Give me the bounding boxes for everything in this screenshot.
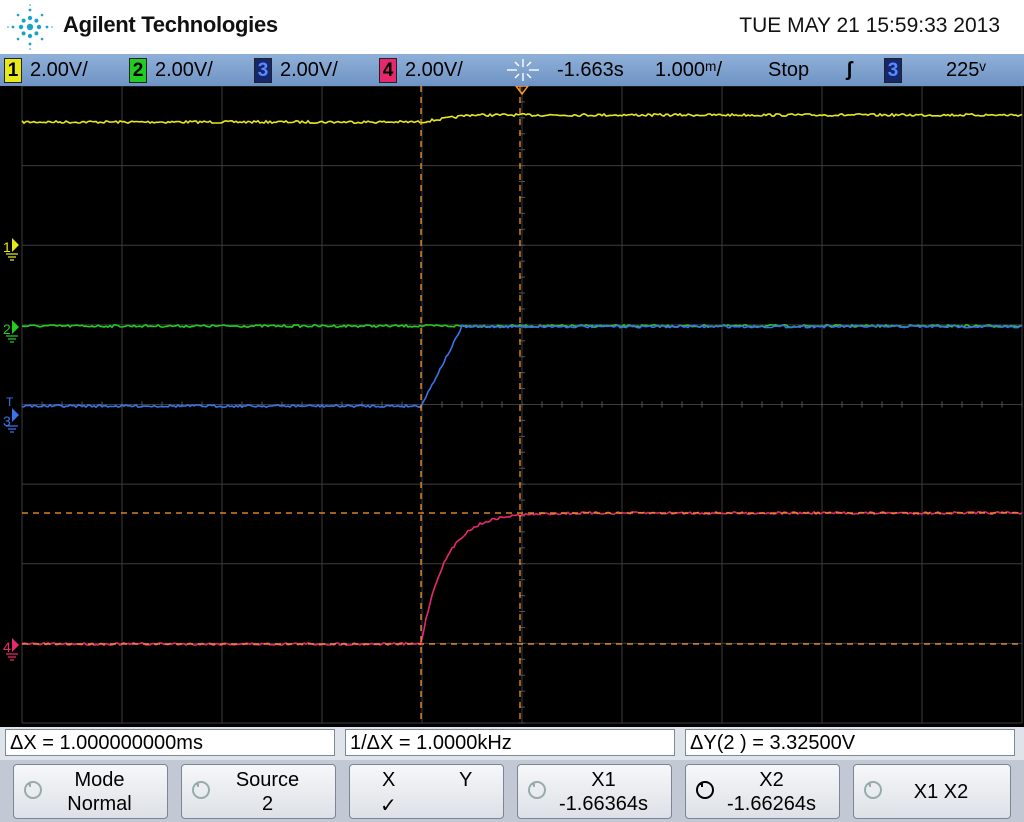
horizontal-delay-value[interactable]: -1.663s (557, 57, 624, 83)
trigger-source: 3 (884, 57, 902, 83)
channel-3-badge: 3 (254, 57, 272, 83)
xy-softkey[interactable]: X Y ✓ (349, 764, 504, 819)
date-time: TUE MAY 21 15:59:33 2013 (739, 14, 1000, 37)
x1-value: -1.66364s (559, 793, 648, 815)
channel-3-volts-per-div: 2.00V/ (280, 58, 338, 81)
trigger-source-badge: 3 (884, 57, 902, 83)
source-value: 2 (261, 793, 274, 815)
source-label: Source (235, 769, 300, 791)
channel-4-scale[interactable]: 4 2.00V/ (379, 57, 463, 83)
agilent-spark-logo-icon (7, 4, 53, 50)
waveform-display[interactable]: 1 2 T 3 4 (0, 86, 1024, 727)
x2-value: -1.66264s (727, 793, 816, 815)
channel-2-volts-per-div: 2.00V/ (155, 58, 213, 81)
run-state: Stop (768, 59, 810, 81)
waveform-graticule: 1 2 T 3 4 (3, 86, 1023, 724)
softkey-bar: Mode Normal Source 2 X Y ✓ X1 -1.66364s … (0, 760, 1024, 822)
delta-x-readout: ΔX = 1.000000000ms (5, 729, 335, 756)
x-selected-check-icon: ✓ (380, 795, 397, 817)
x1-x2-label: X1 X2 (913, 781, 969, 803)
trigger-level-value[interactable]: 225ᵛ (946, 57, 986, 83)
timebase-value[interactable]: 1.000ᵐ/ (655, 57, 722, 83)
channel-1-badge: 1 (4, 57, 22, 83)
channel-1-marker-label: 1 (3, 239, 11, 255)
mode-softkey[interactable]: Mode Normal (13, 764, 168, 819)
x2-label: X2 (759, 769, 784, 791)
channel-2-badge: 2 (129, 57, 147, 83)
delta-y-readout: ΔY(2 ) = 3.32500V (685, 729, 1015, 756)
x1-x2-softkey[interactable]: X1 X2 (853, 764, 1011, 819)
channel-4-badge: 4 (379, 57, 397, 83)
channel-2-ground-marker[interactable]: 2 (3, 320, 19, 343)
channel-4-marker-label: 4 (3, 639, 11, 655)
inverse-delta-x-readout: 1/ΔX = 1.0000kHz (345, 729, 675, 756)
x-label: X (382, 769, 396, 791)
title-bar: Agilent Technologies TUE MAY 21 15:59:33… (0, 0, 1024, 54)
mode-value: Normal (67, 793, 132, 815)
graticule-grid (21, 86, 1023, 724)
y-label: Y (459, 769, 473, 791)
x1-label: X1 (591, 769, 616, 791)
x2-cursor-softkey[interactable]: X2 -1.66264s (685, 764, 840, 819)
channel-1-scale[interactable]: 1 2.00V/ (4, 57, 88, 83)
channel-4-volts-per-div: 2.00V/ (405, 58, 463, 81)
channel-3-scale[interactable]: 3 2.00V/ (254, 57, 338, 83)
trigger-slope-icon: ʃ (846, 59, 853, 81)
horizontal-delay-icon (507, 59, 539, 81)
status-bar: 1 2.00V/ 2 2.00V/ 3 2.00V/ 4 2.00V/ -1.6… (0, 54, 1024, 86)
channel-2-marker-label: 2 (3, 321, 11, 337)
source-softkey[interactable]: Source 2 (181, 764, 336, 819)
mode-label: Mode (74, 769, 125, 791)
channel-1-volts-per-div: 2.00V/ (30, 58, 88, 81)
channel-4-ground-marker[interactable]: 4 (3, 638, 19, 661)
x1-cursor-softkey[interactable]: X1 -1.66364s (517, 764, 672, 819)
channel-1-ground-marker[interactable]: 1 (3, 238, 19, 261)
channel-3-ground-marker[interactable]: T 3 (3, 395, 19, 433)
channel-2-scale[interactable]: 2 2.00V/ (129, 57, 213, 83)
measurement-bar: ΔX = 1.000000000ms 1/ΔX = 1.0000kHz ΔY(2… (0, 727, 1024, 760)
trigger-level-marker-label: T (6, 395, 14, 409)
brand-name: Agilent Technologies (63, 12, 278, 37)
